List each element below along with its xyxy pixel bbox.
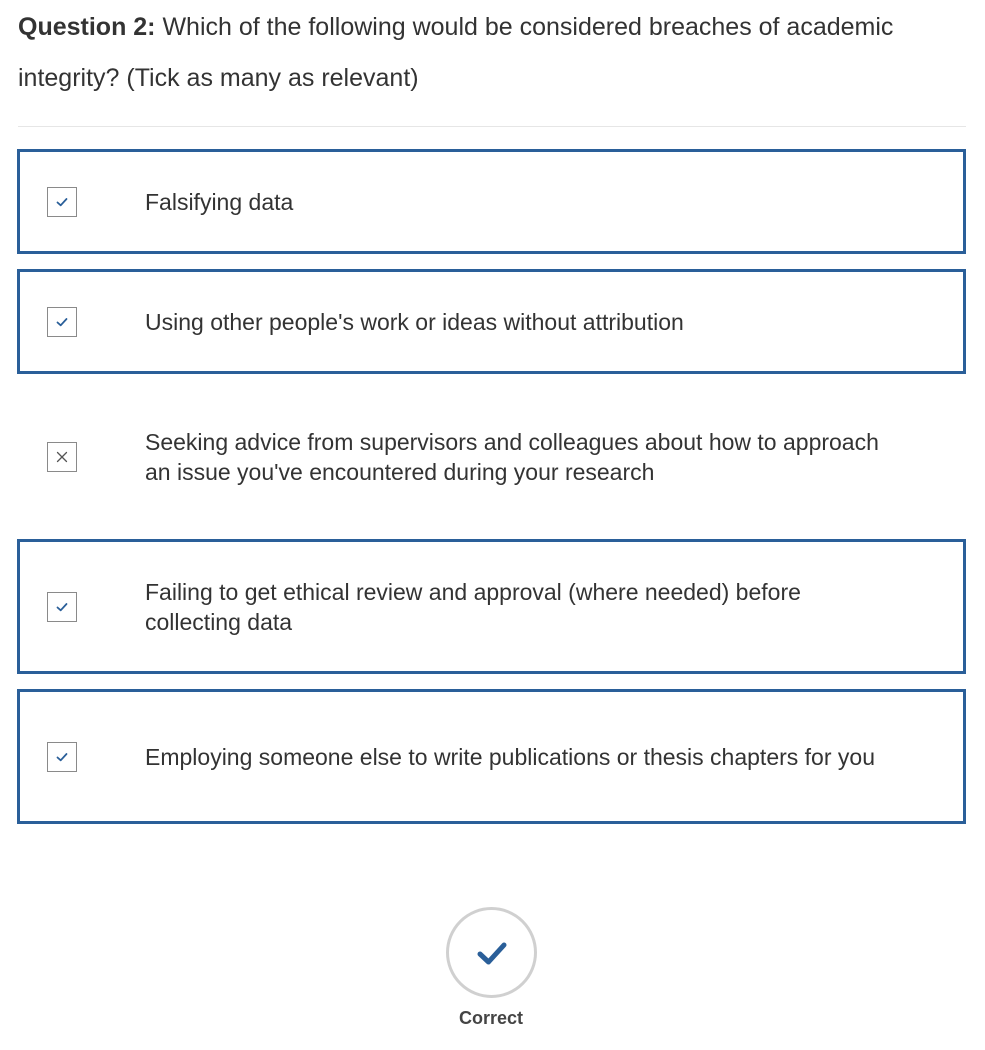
checkmark-icon bbox=[477, 942, 506, 964]
question-prompt: Question 2: Which of the following would… bbox=[18, 2, 958, 104]
result-badge bbox=[446, 907, 537, 998]
check-icon bbox=[56, 752, 68, 761]
result-label: Correct bbox=[458, 1008, 524, 1028]
option-checkbox[interactable] bbox=[47, 741, 77, 772]
option-label: Using other people's work or ideas witho… bbox=[145, 308, 684, 335]
option-checkbox[interactable] bbox=[47, 441, 77, 472]
option-checkbox[interactable] bbox=[47, 591, 77, 622]
option-seeking-advice[interactable]: Seeking advice from supervisors and coll… bbox=[17, 389, 966, 524]
option-falsifying-data[interactable]: Falsifying data bbox=[17, 149, 966, 254]
option-label: Seeking advice from supervisors and coll… bbox=[145, 428, 879, 485]
option-ghostwriting[interactable]: Employing someone else to write publicat… bbox=[17, 689, 966, 824]
option-label: Falsifying data bbox=[145, 188, 294, 215]
option-checkbox[interactable] bbox=[47, 186, 77, 217]
option-ethical-review[interactable]: Failing to get ethical review and approv… bbox=[17, 539, 966, 674]
option-label: Employing someone else to write publicat… bbox=[145, 743, 875, 770]
option-checkbox[interactable] bbox=[47, 306, 77, 337]
option-no-attribution[interactable]: Using other people's work or ideas witho… bbox=[17, 269, 966, 374]
check-icon bbox=[56, 317, 68, 326]
question-number: Question 2: bbox=[18, 13, 156, 41]
option-label: Failing to get ethical review and approv… bbox=[145, 578, 801, 635]
cross-icon bbox=[56, 451, 68, 462]
check-icon bbox=[56, 602, 68, 611]
check-icon bbox=[56, 197, 68, 206]
divider bbox=[18, 126, 966, 127]
